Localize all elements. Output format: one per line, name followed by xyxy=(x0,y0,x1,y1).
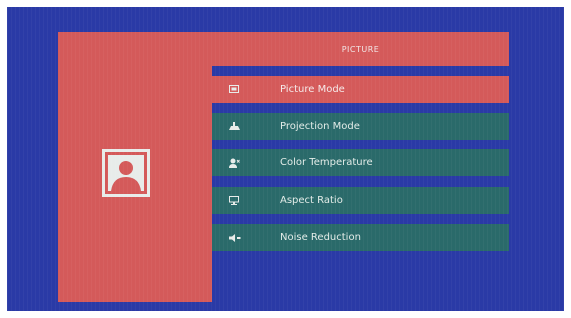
menu-item-label: Projection Mode xyxy=(280,121,360,132)
picture-category-icon xyxy=(102,149,150,197)
projection-mode-icon xyxy=(229,122,259,131)
menu-item-label: Picture Mode xyxy=(280,84,345,95)
menu-item-noise-reduction[interactable]: Noise Reduction xyxy=(212,224,509,251)
menu-item-color-temperature[interactable]: Color Temperature xyxy=(212,149,509,176)
aspect-ratio-icon xyxy=(229,196,259,205)
menu-item-label: Aspect Ratio xyxy=(280,195,343,206)
osd-screen: PICTURE Picture Mode Projection Mode Col… xyxy=(7,7,564,311)
color-temperature-icon xyxy=(229,158,259,168)
menu-item-projection-mode[interactable]: Projection Mode xyxy=(212,113,509,140)
picture-mode-icon xyxy=(229,85,259,94)
menu-item-label: Color Temperature xyxy=(280,157,373,168)
menu-title: PICTURE xyxy=(341,44,380,54)
menu-item-aspect-ratio[interactable]: Aspect Ratio xyxy=(212,187,509,214)
noise-reduction-icon xyxy=(229,233,259,242)
menu-item-picture-mode[interactable]: Picture Mode xyxy=(212,76,509,103)
menu-item-label: Noise Reduction xyxy=(280,232,361,243)
